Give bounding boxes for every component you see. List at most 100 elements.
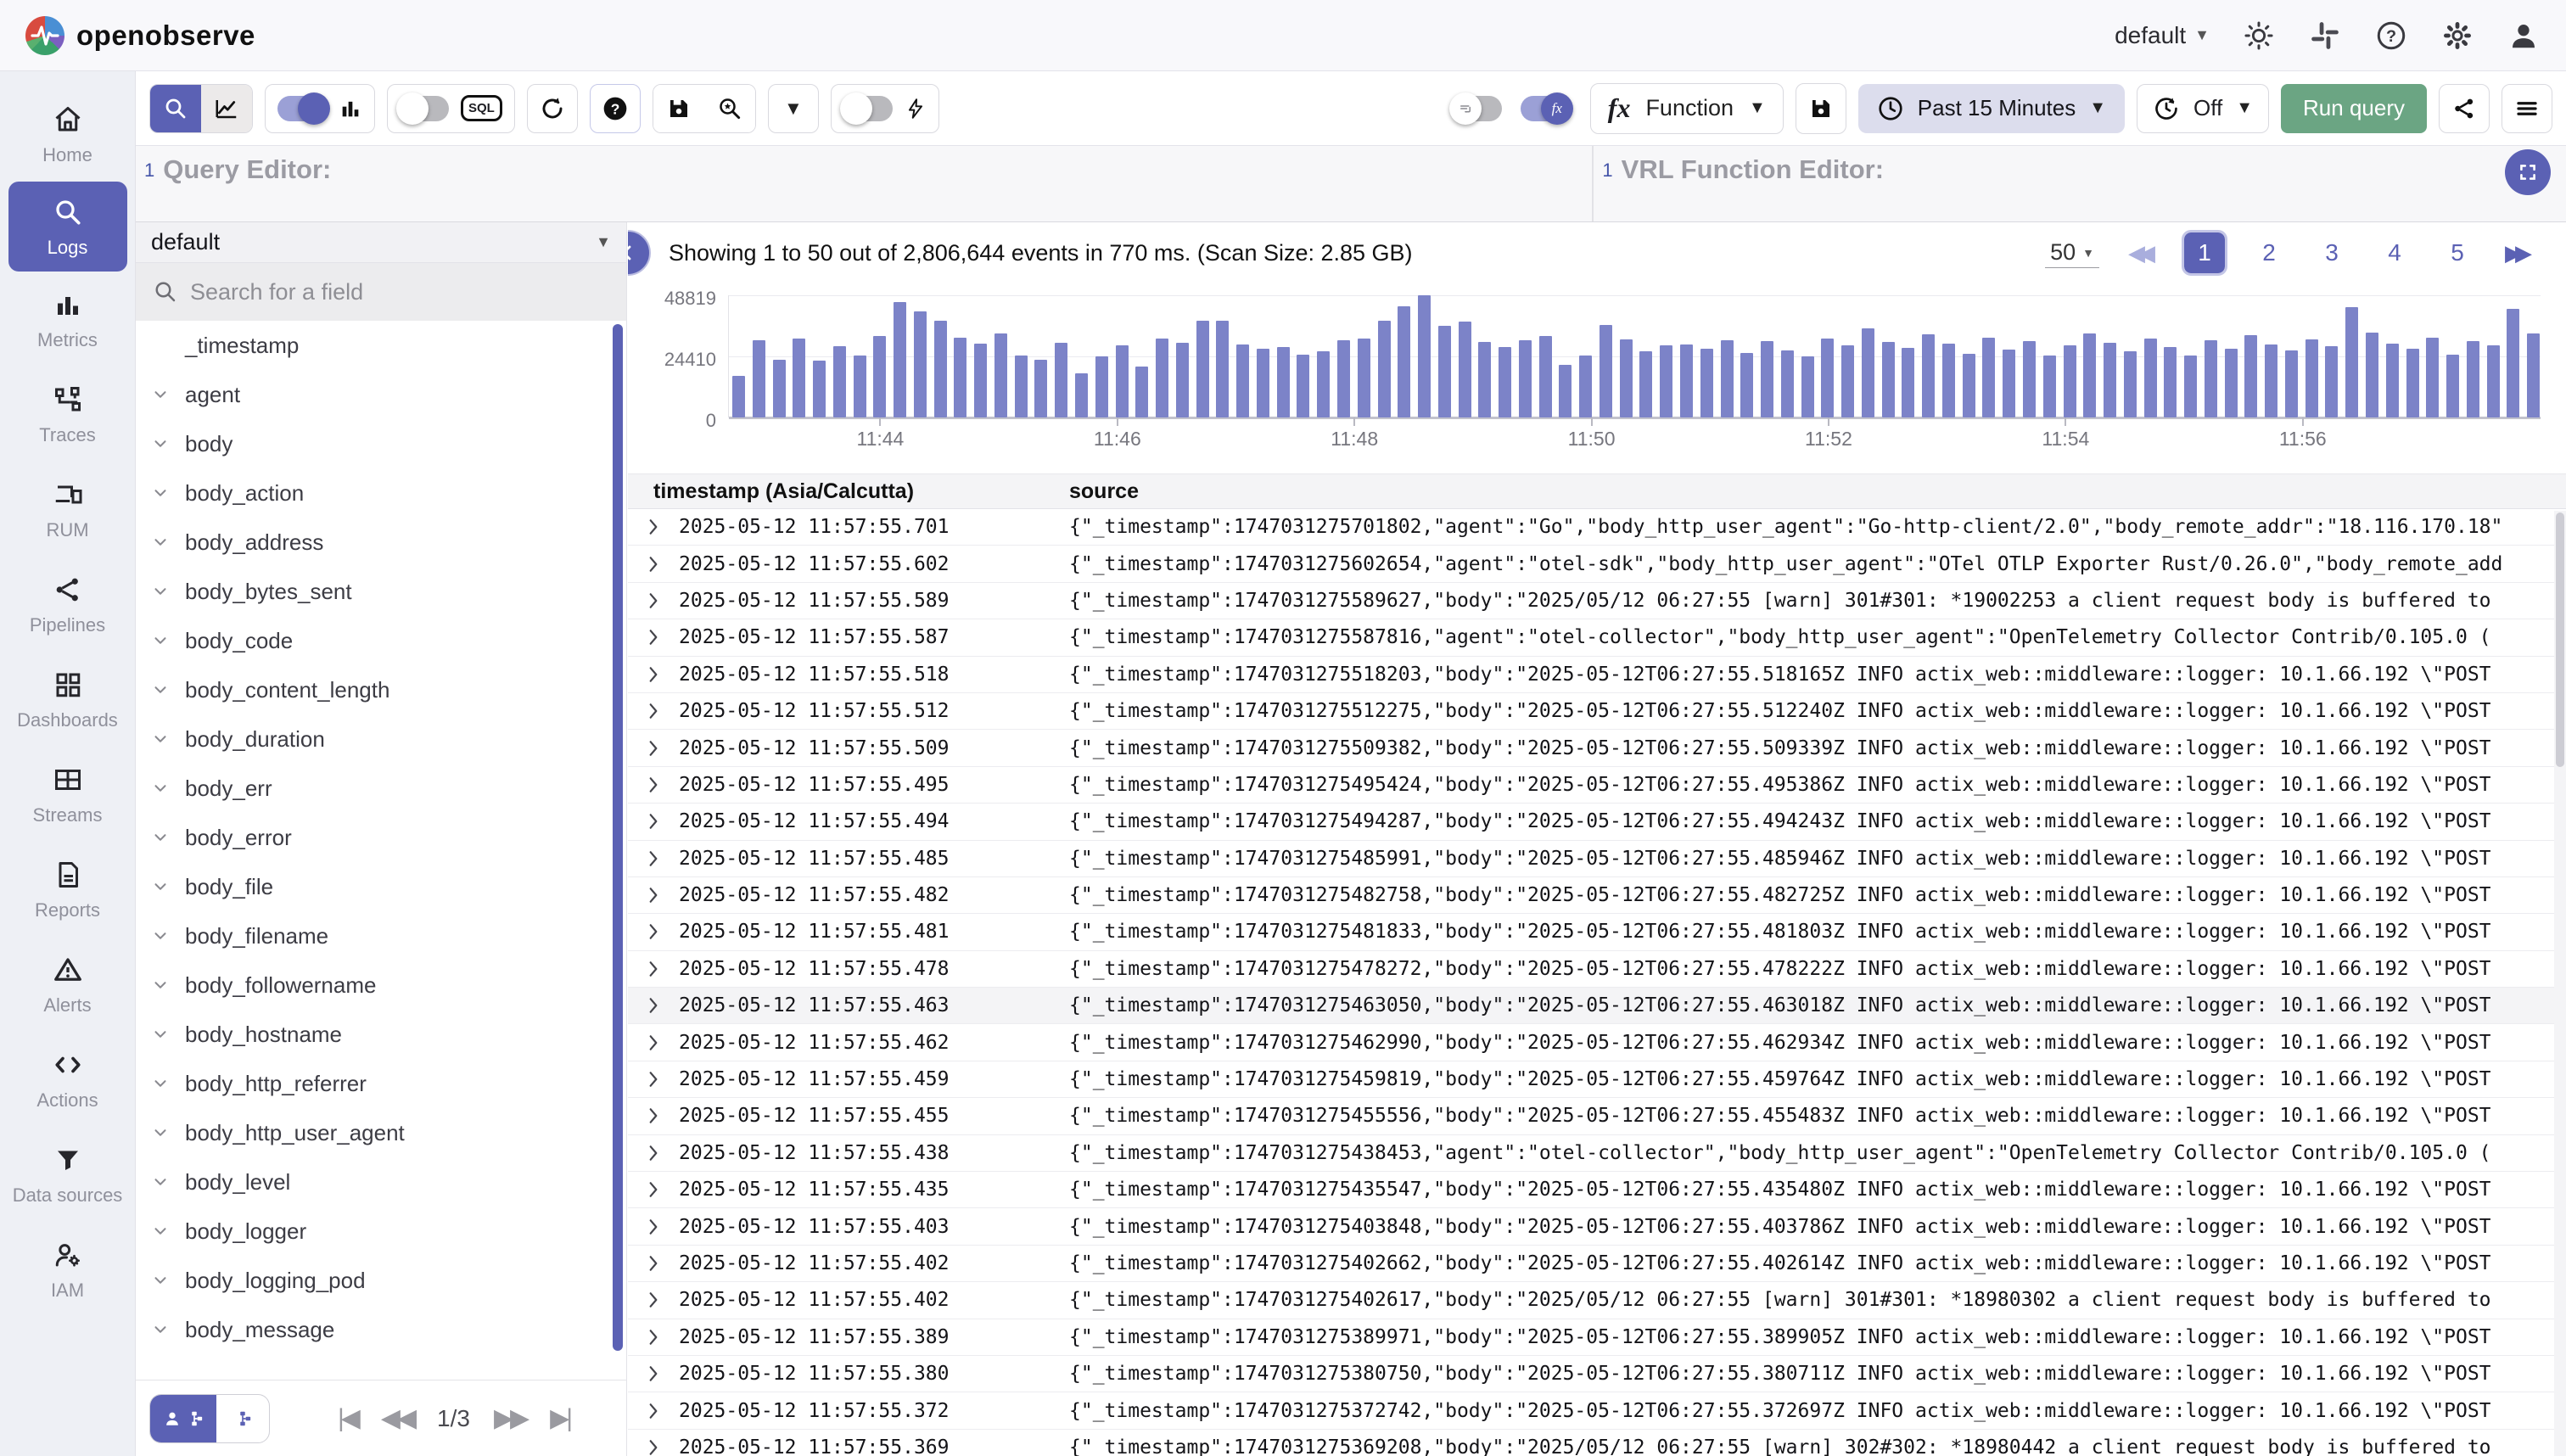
field-item[interactable]: body_content_length: [136, 665, 626, 714]
histogram-bar[interactable]: [752, 340, 765, 417]
table-row[interactable]: 2025-05-12 11:57:55.589 {"_timestamp":17…: [628, 583, 2566, 620]
histogram-bar[interactable]: [1639, 351, 1653, 417]
sidebar-item-reports[interactable]: Reports: [4, 842, 132, 937]
histogram-bar[interactable]: [2204, 340, 2217, 417]
expand-row-icon[interactable]: [628, 996, 679, 1015]
histogram-toggle[interactable]: [277, 92, 330, 125]
histogram-bar[interactable]: [1135, 367, 1149, 417]
histogram-bar[interactable]: [1014, 356, 1028, 417]
table-row[interactable]: 2025-05-12 11:57:55.478 {"_timestamp":17…: [628, 951, 2566, 988]
chevron-down-icon[interactable]: [148, 385, 173, 404]
column-header-timestamp[interactable]: timestamp (Asia/Calcutta): [628, 479, 1069, 504]
table-row[interactable]: 2025-05-12 11:57:55.602 {"_timestamp":17…: [628, 546, 2566, 583]
table-row[interactable]: 2025-05-12 11:57:55.495 {"_timestamp":17…: [628, 767, 2566, 804]
histogram-bar[interactable]: [1236, 344, 1250, 417]
sidebar-item-home[interactable]: Home: [4, 87, 132, 182]
histogram-bar[interactable]: [2385, 344, 2399, 417]
field-item[interactable]: body_err: [136, 764, 626, 813]
more-menu-button[interactable]: [2502, 83, 2552, 133]
chevron-down-icon[interactable]: [148, 976, 173, 994]
histogram-bar[interactable]: [1095, 356, 1108, 417]
histogram-bar[interactable]: [1175, 343, 1189, 417]
first-page-button[interactable]: |◀: [338, 1403, 361, 1433]
histogram-bar[interactable]: [2265, 344, 2278, 417]
histogram-bar[interactable]: [1941, 344, 1955, 417]
chevron-down-icon[interactable]: [148, 828, 173, 847]
field-item[interactable]: body_code: [136, 616, 626, 665]
expand-row-icon[interactable]: [628, 1070, 679, 1089]
field-item[interactable]: body_followername: [136, 960, 626, 1010]
histogram-bar[interactable]: [2244, 335, 2258, 417]
histogram-bar[interactable]: [913, 311, 927, 417]
histogram-bar[interactable]: [813, 361, 826, 417]
field-item[interactable]: body_level: [136, 1157, 626, 1207]
histogram-bar[interactable]: [1538, 336, 1552, 417]
histogram-bar[interactable]: [1841, 345, 1855, 417]
histogram-plot[interactable]: [728, 295, 2541, 419]
expand-row-icon[interactable]: [628, 702, 679, 720]
histogram-bar[interactable]: [2527, 333, 2541, 417]
vrl-function-toggle[interactable]: fx: [1520, 92, 1573, 125]
search-mode-button[interactable]: [150, 84, 201, 132]
expand-row-icon[interactable]: [628, 1438, 679, 1456]
histogram-bar[interactable]: [1559, 365, 1572, 417]
expand-row-icon[interactable]: [628, 1364, 679, 1383]
expand-row-icon[interactable]: [628, 960, 679, 978]
sidebar-item-traces[interactable]: Traces: [4, 367, 132, 462]
field-item[interactable]: body_logging_pod: [136, 1256, 626, 1305]
table-row[interactable]: 2025-05-12 11:57:55.438 {"_timestamp":17…: [628, 1135, 2566, 1173]
histogram-bar[interactable]: [1619, 339, 1633, 417]
save-search-button[interactable]: [653, 84, 704, 132]
histogram-bar[interactable]: [1377, 321, 1391, 417]
chevron-down-icon[interactable]: [148, 927, 173, 945]
sidebar-item-actions[interactable]: Actions: [4, 1032, 132, 1127]
table-row[interactable]: 2025-05-12 11:57:55.701 {"_timestamp":17…: [628, 509, 2566, 546]
histogram-bar[interactable]: [2003, 350, 2016, 417]
histogram-bar[interactable]: [1216, 321, 1230, 417]
last-page-button[interactable]: ▶|: [550, 1403, 573, 1433]
share-button[interactable]: [2439, 83, 2490, 133]
histogram-bar[interactable]: [1418, 295, 1431, 417]
table-row[interactable]: 2025-05-12 11:57:55.455 {"_timestamp":17…: [628, 1098, 2566, 1135]
histogram-bar[interactable]: [1357, 339, 1370, 417]
table-row[interactable]: 2025-05-12 11:57:55.485 {"_timestamp":17…: [628, 841, 2566, 877]
histogram-bar[interactable]: [1317, 351, 1331, 417]
table-row[interactable]: 2025-05-12 11:57:55.402 {"_timestamp":17…: [628, 1282, 2566, 1319]
sidebar-item-logs[interactable]: Logs: [8, 182, 127, 272]
page-size-selector[interactable]: 50 ▼: [2045, 238, 2099, 268]
transform-toggle[interactable]: [1448, 92, 1502, 125]
table-row[interactable]: 2025-05-12 11:57:55.403 {"_timestamp":17…: [628, 1208, 2566, 1246]
field-view-all-schema-button[interactable]: [216, 1395, 269, 1442]
histogram-bar[interactable]: [1256, 349, 1269, 417]
run-query-button[interactable]: Run query: [2281, 83, 2427, 133]
page-button-3[interactable]: 3: [2313, 239, 2350, 266]
histogram-bar[interactable]: [873, 336, 887, 417]
table-row[interactable]: 2025-05-12 11:57:55.463 {"_timestamp":17…: [628, 988, 2566, 1025]
reset-filters-button[interactable]: [526, 83, 578, 133]
histogram-bar[interactable]: [1398, 306, 1411, 417]
histogram-bar[interactable]: [2366, 333, 2379, 417]
sidebar-item-metrics[interactable]: Metrics: [4, 272, 132, 367]
histogram-bar[interactable]: [1720, 340, 1734, 417]
slack-button[interactable]: [2308, 19, 2342, 53]
table-row[interactable]: 2025-05-12 11:57:55.518 {"_timestamp":17…: [628, 657, 2566, 693]
table-row[interactable]: 2025-05-12 11:57:55.372 {"_timestamp":17…: [628, 1392, 2566, 1430]
histogram-bar[interactable]: [1761, 341, 1774, 417]
histogram-bar[interactable]: [1499, 347, 1512, 417]
help-button[interactable]: ?: [2374, 19, 2408, 53]
chevron-down-icon[interactable]: [148, 1123, 173, 1142]
sidebar-item-streams[interactable]: Streams: [4, 747, 132, 842]
quick-mode-toggle[interactable]: [839, 92, 893, 125]
histogram-bar[interactable]: [2184, 356, 2198, 417]
histogram-bar[interactable]: [1478, 342, 1492, 417]
sidebar-item-alerts[interactable]: Alerts: [4, 937, 132, 1032]
expand-row-icon[interactable]: [628, 1106, 679, 1125]
vrl-function-editor[interactable]: 1 VRL Function Editor:: [1594, 146, 2566, 221]
histogram-bar[interactable]: [2143, 339, 2157, 417]
chevron-down-icon[interactable]: [148, 631, 173, 650]
histogram-bar[interactable]: [832, 346, 846, 417]
function-dropdown[interactable]: fx Function ▼: [1589, 82, 1784, 134]
field-item[interactable]: body_logger: [136, 1207, 626, 1256]
histogram-bar[interactable]: [1801, 356, 1814, 417]
histogram-bar[interactable]: [933, 321, 947, 417]
